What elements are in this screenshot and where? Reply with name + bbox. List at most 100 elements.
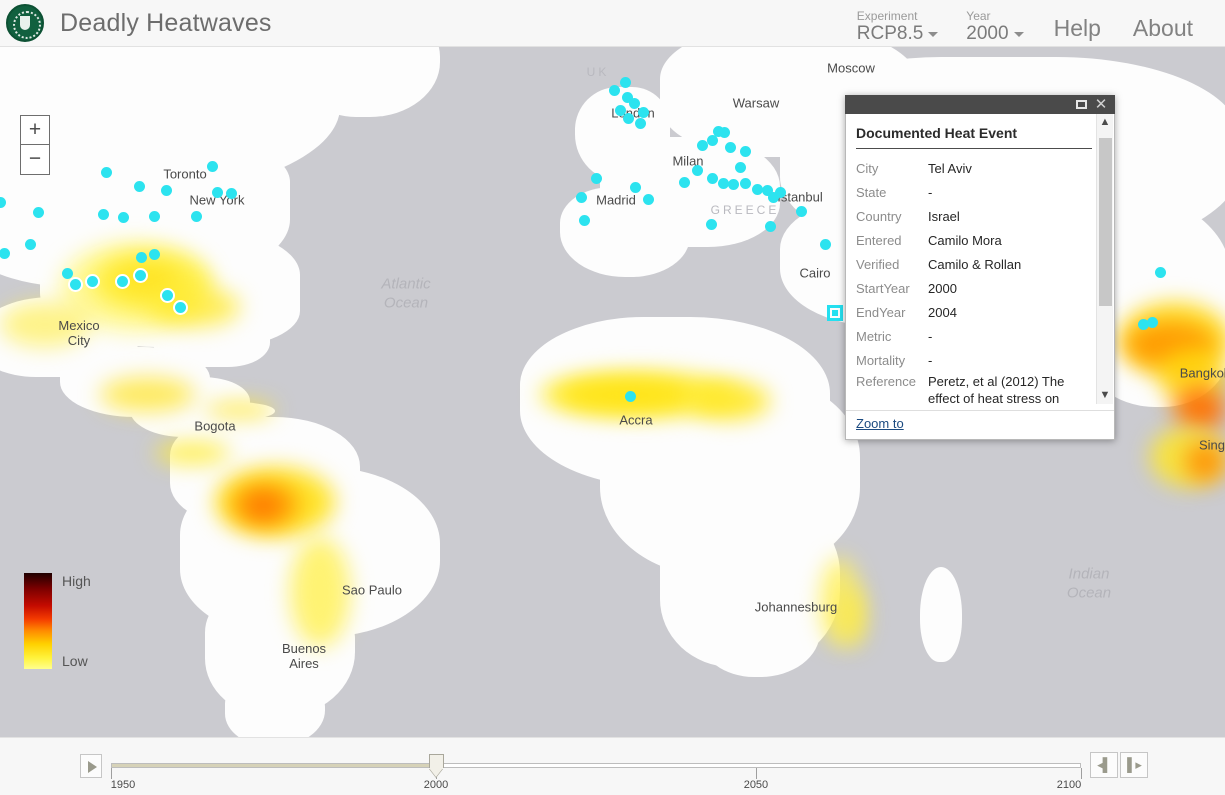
heat-event-marker[interactable] — [576, 192, 587, 203]
close-icon[interactable]: ✕ — [1091, 97, 1111, 112]
zoom-in-button[interactable]: + — [21, 116, 49, 145]
popup-field-value: Camilo & Rollan — [928, 257, 1022, 272]
heat-event-marker[interactable] — [706, 219, 717, 230]
heat-event-marker[interactable] — [620, 77, 631, 88]
heat-legend: High Low — [24, 573, 91, 669]
heat-event-marker[interactable] — [740, 146, 751, 157]
city-label: Sing — [1198, 437, 1225, 453]
chevron-up-icon[interactable]: ▲ — [1097, 114, 1113, 131]
landmass-shape — [700, 587, 820, 677]
timeline-tick-label: 2000 — [423, 779, 449, 791]
heat-event-marker[interactable] — [740, 178, 751, 189]
map-zoom-controls[interactable]: + − — [20, 115, 50, 175]
popup-field-value: 2004 — [928, 305, 957, 320]
popup-field-value: - — [928, 329, 933, 344]
heat-event-marker[interactable] — [62, 268, 73, 279]
heat-event-marker[interactable] — [98, 209, 109, 220]
chevron-down-icon[interactable]: ▼ — [1097, 387, 1113, 404]
heat-event-marker[interactable] — [629, 98, 640, 109]
heat-event-marker[interactable] — [212, 187, 223, 198]
popup-field-key: Country — [856, 209, 902, 224]
heat-event-marker[interactable] — [752, 184, 763, 195]
ocean-label: Indian Ocean — [1066, 565, 1112, 601]
step-back-icon[interactable]: ◂▌ — [1090, 752, 1118, 778]
timeline-thumb[interactable] — [428, 754, 444, 777]
timeline-tick — [111, 768, 112, 779]
heat-event-marker[interactable] — [679, 177, 690, 188]
heat-event-marker[interactable] — [191, 211, 202, 222]
experiment-dropdown[interactable]: Experiment RCP8.5 — [843, 10, 953, 47]
popup-titlebar[interactable]: ✕ — [845, 95, 1115, 114]
heat-event-marker[interactable] — [87, 276, 98, 287]
heat-event-marker[interactable] — [728, 179, 739, 190]
heat-event-marker[interactable] — [162, 290, 173, 301]
heat-event-marker[interactable] — [33, 207, 44, 218]
heat-event-marker[interactable] — [768, 192, 779, 203]
selected-heat-event-marker[interactable] — [827, 305, 843, 321]
heat-event-marker[interactable] — [707, 135, 718, 146]
heat-event-marker[interactable] — [161, 185, 172, 196]
heat-event-marker[interactable] — [25, 239, 36, 250]
legend-high-label: High — [62, 573, 91, 589]
heat-event-marker[interactable] — [735, 162, 746, 173]
heat-event-marker[interactable] — [149, 211, 160, 222]
heat-event-marker[interactable] — [643, 194, 654, 205]
heat-event-marker[interactable] — [692, 165, 703, 176]
popup-field-row: StartYear 2000 — [856, 277, 1100, 301]
timeline-tick-label: 2050 — [743, 779, 769, 791]
timeline-track[interactable] — [111, 763, 1081, 768]
popup-field-key: Verified — [856, 257, 900, 272]
zoom-to-link[interactable]: Zoom to — [856, 416, 904, 431]
maximize-icon[interactable] — [1071, 97, 1091, 113]
heat-event-marker[interactable] — [638, 107, 649, 118]
step-forward-icon[interactable]: ▌▸ — [1120, 752, 1148, 778]
popup-footer: Zoom to — [846, 410, 1114, 439]
heat-event-marker[interactable] — [623, 113, 634, 124]
help-link[interactable]: Help — [1038, 15, 1117, 47]
popup-scrollbar[interactable]: ▲ ▼ — [1096, 114, 1113, 404]
header-controls: Experiment RCP8.5 Year 2000 Help About — [843, 0, 1225, 47]
heat-event-marker[interactable] — [70, 279, 81, 290]
heat-event-marker[interactable] — [175, 302, 186, 313]
heat-event-marker[interactable] — [118, 212, 129, 223]
heat-event-marker[interactable] — [579, 215, 590, 226]
heat-event-marker[interactable] — [820, 239, 831, 250]
heat-event-marker[interactable] — [1155, 267, 1166, 278]
heat-event-popup[interactable]: ✕ Documented Heat Event City Tel Aviv Stat… — [845, 95, 1115, 440]
timeline-tick-label: 2100 — [1056, 779, 1082, 791]
zoom-out-button[interactable]: − — [21, 145, 49, 174]
heat-event-marker[interactable] — [625, 391, 636, 402]
year-dropdown[interactable]: Year 2000 — [952, 10, 1037, 47]
play-icon[interactable] — [80, 754, 102, 778]
heat-event-marker[interactable] — [765, 221, 776, 232]
popup-field-key: Reference — [856, 374, 916, 389]
heat-blob — [840, 587, 866, 647]
heat-event-marker[interactable] — [591, 173, 602, 184]
heat-event-marker[interactable] — [101, 167, 112, 178]
popup-field-row: Entered Camilo Mora — [856, 229, 1100, 253]
heat-event-marker[interactable] — [630, 182, 641, 193]
heat-event-marker[interactable] — [226, 188, 237, 199]
heat-event-marker[interactable] — [135, 270, 146, 281]
scrollbar-thumb[interactable] — [1099, 138, 1112, 306]
heat-event-marker[interactable] — [1147, 317, 1158, 328]
heat-event-marker[interactable] — [707, 173, 718, 184]
timeline-tick-label: 1950 — [110, 779, 136, 791]
timeline-tick — [1081, 768, 1082, 779]
heat-event-marker[interactable] — [134, 181, 145, 192]
experiment-label: Experiment — [856, 8, 918, 23]
heat-event-marker[interactable] — [725, 142, 736, 153]
year-label: Year — [966, 8, 991, 23]
heat-event-marker[interactable] — [207, 161, 218, 172]
popup-field-value: Israel — [928, 209, 960, 224]
heat-event-marker[interactable] — [635, 118, 646, 129]
about-link[interactable]: About — [1117, 15, 1209, 47]
heat-event-marker[interactable] — [149, 249, 160, 260]
heat-event-marker[interactable] — [609, 85, 620, 96]
heat-event-marker[interactable] — [796, 206, 807, 217]
heat-event-marker[interactable] — [719, 127, 730, 138]
chevron-down-icon — [928, 31, 939, 37]
heat-event-marker[interactable] — [117, 276, 128, 287]
application-root: Deadly Heatwaves Experiment RCP8.5 Year … — [0, 0, 1225, 795]
heat-event-marker[interactable] — [136, 252, 147, 263]
